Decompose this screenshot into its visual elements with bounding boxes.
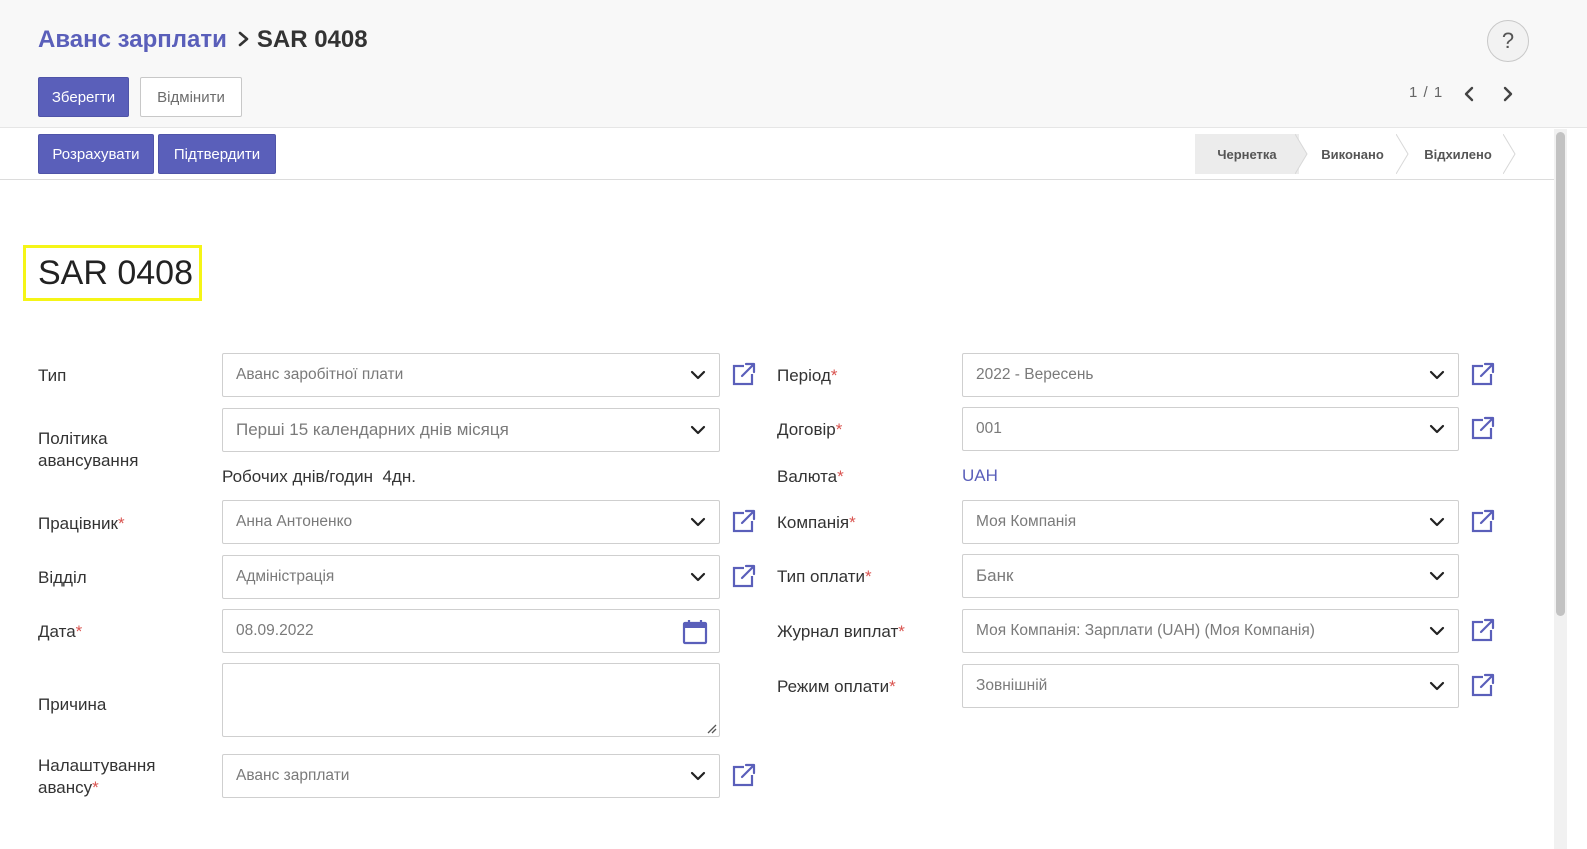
external-link-icon[interactable] (731, 563, 757, 589)
contract-value: 001 (976, 420, 1002, 437)
reason-label: Причина (38, 695, 107, 714)
company-value: Моя Компанія (976, 513, 1077, 530)
payment-type-value: Банк (976, 566, 1014, 585)
help-button[interactable]: ? (1487, 20, 1529, 62)
chevron-right-icon (1503, 86, 1513, 102)
external-link-icon[interactable] (731, 508, 757, 534)
policy-select[interactable]: Перші 15 календарних днів місяця (222, 408, 720, 452)
company-label: Компанія* (777, 513, 856, 532)
advance-settings-select[interactable]: Аванс зарплати (222, 754, 720, 798)
period-value: 2022 - Вересень (976, 366, 1094, 383)
reason-textarea[interactable] (222, 663, 720, 737)
external-link-icon[interactable] (1470, 672, 1496, 698)
payment-mode-label: Режим оплати* (777, 677, 896, 696)
external-link-icon[interactable] (1470, 361, 1496, 387)
period-label: Період* (777, 366, 838, 385)
payment-journal-select[interactable]: Моя Компанія: Зарплати (UAH) (Моя Компан… (962, 609, 1459, 653)
company-select[interactable]: Моя Компанія (962, 500, 1459, 544)
chevron-down-icon (1428, 622, 1446, 640)
currency-link[interactable]: UAH (962, 466, 998, 486)
payment-type-select[interactable]: Банк (962, 554, 1459, 598)
external-link-icon[interactable] (731, 361, 757, 387)
pager-next-button[interactable] (1496, 80, 1520, 108)
compute-button[interactable]: Розрахувати (38, 134, 154, 174)
chevron-right-icon (237, 27, 251, 53)
date-label: Дата* (38, 622, 83, 641)
type-select[interactable]: Аванс заробітної плати (222, 353, 720, 397)
stage-rejected[interactable]: Відхилено (1408, 134, 1508, 174)
chevron-down-icon (1428, 420, 1446, 438)
pager-value: 1 / 1 (1409, 84, 1444, 101)
external-link-icon[interactable] (731, 762, 757, 788)
chevron-left-icon (1464, 86, 1474, 102)
employee-select[interactable]: Анна Антоненко (222, 500, 720, 544)
date-input[interactable]: 08.09.2022 (222, 609, 720, 653)
payment-type-label: Тип оплати* (777, 567, 872, 586)
department-value: Адміністрація (236, 568, 335, 585)
payment-journal-label: Журнал виплат* (777, 622, 905, 641)
chevron-down-icon (689, 767, 707, 785)
type-value: Аванс заробітної плати (236, 366, 404, 383)
advance-settings-label: Налаштування авансу* (38, 756, 156, 797)
chevron-down-icon (1428, 366, 1446, 384)
scrollbar-thumb[interactable] (1556, 132, 1565, 616)
chevron-down-icon (1428, 567, 1446, 585)
policy-label: Політика авансування (38, 429, 139, 470)
payment-mode-select[interactable]: Зовнішній (962, 664, 1459, 708)
policy-value: Перші 15 календарних днів місяця (236, 420, 509, 439)
contract-select[interactable]: 001 (962, 407, 1459, 451)
chevron-down-icon (1428, 677, 1446, 695)
type-label: Тип (38, 366, 67, 385)
record-title: SAR 0408 (23, 245, 202, 301)
calendar-icon[interactable] (681, 618, 709, 646)
chevron-down-icon (689, 366, 707, 384)
stage-arrow-separator (1295, 134, 1308, 174)
currency-label: Валюта* (777, 467, 844, 486)
period-select[interactable]: 2022 - Вересень (962, 353, 1459, 397)
resize-handle-icon[interactable] (705, 722, 717, 734)
external-link-icon[interactable] (1470, 617, 1496, 643)
payment-journal-value: Моя Компанія: Зарплати (UAH) (Моя Компан… (976, 622, 1315, 639)
breadcrumb-current: SAR 0408 (256, 26, 368, 53)
stage-arrow-separator (1396, 134, 1409, 174)
external-link-icon[interactable] (1470, 415, 1496, 441)
department-select[interactable]: Адміністрація (222, 555, 720, 599)
external-link-icon[interactable] (1470, 508, 1496, 534)
date-value: 08.09.2022 (236, 622, 314, 639)
pager-previous-button[interactable] (1457, 80, 1481, 108)
breadcrumb: Аванс зарплати SAR 0408 (38, 24, 368, 56)
save-button[interactable]: Зберегти (38, 77, 129, 117)
contract-label: Договір* (777, 420, 843, 439)
chevron-down-icon (689, 513, 707, 531)
payment-mode-value: Зовнішній (976, 677, 1048, 694)
confirm-button[interactable]: Підтвердити (158, 134, 276, 174)
advance-settings-value: Аванс зарплати (236, 767, 350, 784)
chevron-down-icon (689, 568, 707, 586)
breadcrumb-parent-link[interactable]: Аванс зарплати (38, 26, 227, 54)
stage-draft[interactable]: Чернетка (1195, 134, 1299, 174)
department-label: Відділ (38, 568, 87, 587)
discard-button[interactable]: Відмінити (140, 77, 242, 117)
workdays-info: Робочих днів/годин 4дн. (222, 467, 416, 486)
employee-value: Анна Антоненко (236, 513, 353, 530)
chevron-down-icon (1428, 513, 1446, 531)
stage-done[interactable]: Виконано (1305, 134, 1400, 174)
stage-arrow-separator (1503, 134, 1516, 174)
employee-label: Працівник* (38, 514, 125, 533)
chevron-down-icon (689, 421, 707, 439)
